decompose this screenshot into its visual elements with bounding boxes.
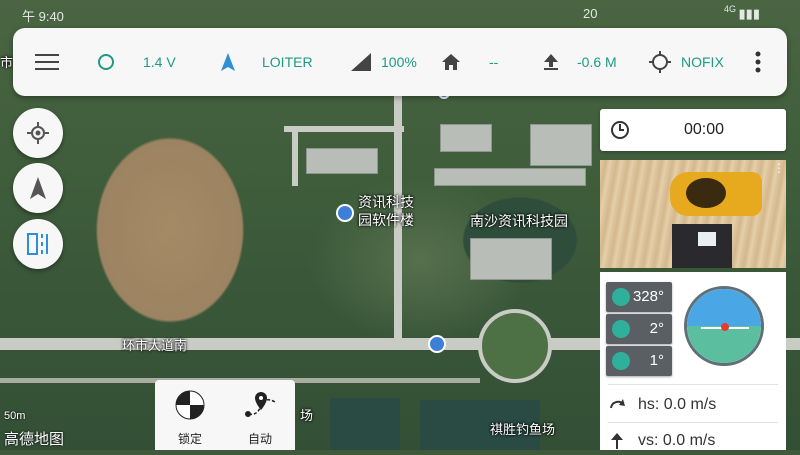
flight-timer: 00:00 (600, 109, 786, 151)
navigation-arrow-icon (221, 53, 235, 71)
building (440, 124, 492, 152)
video-object (672, 224, 732, 268)
attitude-panel: 328° 2° 1° hs: 0.0 m/s vs: 0.0 m/s (600, 272, 786, 450)
vertical-speed-row: vs: 0.0 m/s (608, 432, 715, 455)
split-view-button[interactable] (13, 219, 63, 269)
roll-value: 1° (649, 352, 664, 369)
plane-roll-icon (612, 352, 630, 370)
roundabout (478, 309, 552, 383)
map-label-road: 环市大道南 (122, 338, 188, 353)
campus-road-2 (292, 126, 298, 186)
compass-button[interactable] (13, 163, 63, 213)
home-distance: -- (489, 54, 499, 70)
system-status-bar: 午 9:40 20 4G ▮▮▮ (0, 0, 800, 28)
map-provider-logo: 高德地图 (4, 431, 65, 448)
action-bar: 锁定 自动 (155, 380, 295, 450)
divider (608, 384, 778, 385)
yaw-indicator: 328° (606, 282, 672, 312)
plane-yaw-icon (612, 288, 630, 306)
map-label-park: 南沙资讯科技园 (470, 213, 568, 229)
lock-label: 锁定 (177, 432, 202, 446)
telemetry-toolbar: 1.4 V LOITER 100% -- -0.6 M NOFIX (13, 28, 787, 96)
up-arrow-icon (611, 433, 623, 449)
gps-indicator[interactable]: NOFIX (649, 28, 724, 96)
building (470, 238, 552, 280)
map-label-left-partial: 市 (0, 55, 14, 70)
lock-button[interactable]: 锁定 (155, 380, 225, 450)
battery-voltage: 1.4 V (143, 54, 176, 70)
status-date-fragment: 20 (583, 6, 598, 21)
auto-label: 自动 (247, 432, 272, 446)
map-label-building: 资讯科技 园软件楼 (358, 194, 414, 228)
locate-me-button[interactable] (13, 108, 63, 158)
overflow-menu-button[interactable] (755, 28, 761, 96)
pitch-value: 2° (649, 320, 664, 337)
status-time: 午 9:40 (22, 9, 64, 24)
clock-icon (611, 121, 629, 139)
rotate-arrow-icon (610, 399, 625, 409)
yaw-value: 328° (632, 288, 664, 305)
gps-target-icon (649, 51, 671, 73)
more-vertical-icon (755, 51, 761, 73)
building (434, 168, 586, 186)
home-indicator[interactable]: -- (441, 28, 498, 96)
horizontal-speed-row: hs: 0.0 m/s (608, 396, 716, 419)
timer-value: 00:00 (684, 121, 725, 138)
pitch-indicator: 2° (606, 314, 672, 344)
compass-arrow-icon (30, 177, 46, 199)
map-label-fish: 祺胜钓鱼场 (490, 422, 556, 437)
divider (608, 422, 778, 423)
battery-indicator[interactable]: 1.4 V (97, 28, 176, 96)
horizon-center-dot (721, 323, 729, 331)
vertical-speed: vs: 0.0 m/s (638, 432, 716, 449)
menu-button[interactable] (35, 28, 59, 96)
signal-indicator[interactable]: 100% (351, 28, 417, 96)
split-view-icon (27, 233, 48, 255)
pond (330, 398, 400, 450)
route-pins-icon (245, 392, 276, 417)
building (530, 124, 592, 166)
hamburger-menu-icon (35, 54, 59, 70)
building-poi-icon[interactable] (336, 204, 354, 222)
video-object (698, 232, 716, 246)
horizon-sky (687, 289, 761, 326)
map-scale: 50m (4, 410, 26, 422)
bus-stop-icon[interactable] (428, 335, 446, 353)
signal-bars-icon: ▮▮▮ (738, 6, 760, 21)
upload-arrow-icon (544, 54, 558, 70)
video-options-icon[interactable]: ⋮ (773, 162, 785, 174)
building (306, 148, 378, 174)
gps-status: NOFIX (681, 54, 724, 70)
plane-pitch-icon (612, 320, 630, 338)
auto-button[interactable]: 自动 (225, 380, 295, 450)
camera-feed[interactable]: ⋮ (600, 160, 786, 268)
horizon-ground (687, 326, 761, 363)
flight-mode: LOITER (262, 54, 313, 70)
lock-target-icon (175, 390, 205, 420)
signal-strength: 100% (381, 54, 417, 70)
horizontal-speed: hs: 0.0 m/s (638, 396, 717, 413)
home-icon (442, 54, 460, 70)
video-object (686, 178, 726, 208)
artificial-horizon (684, 286, 764, 366)
altitude-indicator[interactable]: -0.6 M (543, 28, 617, 96)
status-network: 4G (723, 4, 736, 14)
roll-indicator: 1° (606, 346, 672, 376)
circle-icon (98, 54, 114, 70)
signal-strength-icon (351, 53, 371, 71)
flight-mode-indicator[interactable]: LOITER (220, 28, 313, 96)
altitude: -0.6 M (577, 54, 617, 70)
campus-road (284, 126, 404, 132)
map-label-fish-partial: 场 (300, 408, 314, 423)
locate-me-icon (27, 122, 49, 144)
